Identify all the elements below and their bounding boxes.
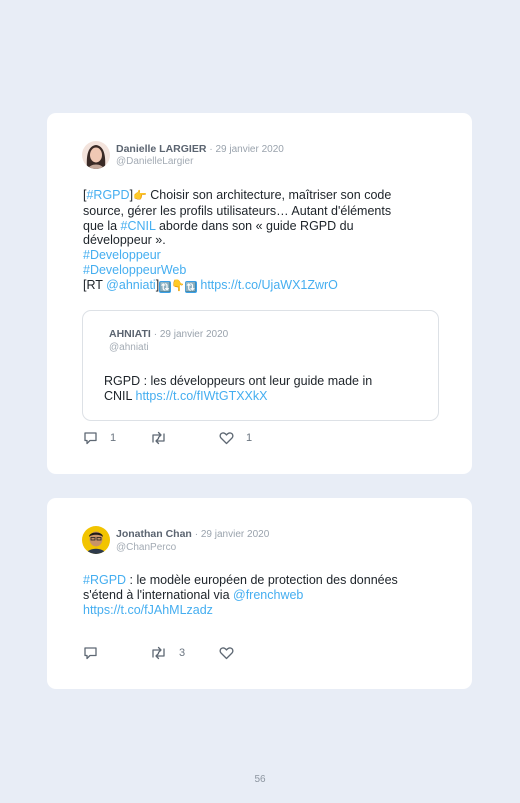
- like-button[interactable]: [219, 646, 246, 660]
- avatar[interactable]: [82, 141, 110, 169]
- mention-link[interactable]: @frenchweb: [233, 588, 303, 602]
- hashtag-link[interactable]: #DeveloppeurWeb: [83, 263, 443, 278]
- tweet-card: Danielle LARGIER · 29 janvier 2020 @Dani…: [47, 113, 472, 474]
- avatar[interactable]: [82, 526, 110, 554]
- author-name-text[interactable]: Danielle LARGIER: [116, 143, 206, 155]
- quote-date: · 29 janvier 2020: [153, 329, 229, 340]
- text-line: source, gérer les profils utilisateurs… …: [83, 203, 392, 218]
- text-segment: : le modèle européen de protection des d…: [126, 573, 398, 587]
- hashtag-link[interactable]: #RGPD: [83, 573, 126, 587]
- url-link[interactable]: https://t.co/UjaWX1ZwrO: [200, 278, 338, 292]
- tweet-date: · 29 janvier 2020: [194, 529, 270, 540]
- quote-author-text[interactable]: AHNIATI: [109, 328, 151, 340]
- text-segment: que la: [83, 218, 121, 233]
- like-button[interactable]: 1: [219, 431, 252, 445]
- tweet-text: #RGPD : le modèle européen de protection…: [83, 573, 443, 617]
- mention-link[interactable]: @ahniati: [106, 278, 156, 292]
- pointing-right-emoji: 👉: [133, 190, 147, 202]
- reply-icon: [84, 432, 97, 445]
- url-link[interactable]: https://t.co/fJAhMLzadz: [83, 603, 443, 618]
- retweet-button[interactable]: [150, 431, 179, 445]
- reply-count: 1: [110, 432, 117, 444]
- repeat-emoji-icon: 🔃: [159, 280, 172, 293]
- tweet-date: · 29 janvier 2020: [209, 144, 284, 155]
- author-name[interactable]: Jonathan Chan · 29 janvier 2020: [116, 528, 269, 540]
- text-segment: [RT: [83, 277, 107, 292]
- reply-button[interactable]: [83, 646, 110, 660]
- hashtag-link[interactable]: #Developpeur: [83, 248, 443, 263]
- text-segment: aborde dans son « guide RGPD du: [155, 218, 354, 233]
- retweet-button[interactable]: 3: [150, 646, 185, 660]
- author-name-text[interactable]: Jonathan Chan: [116, 528, 192, 540]
- reply-button[interactable]: 1: [83, 431, 116, 445]
- author-handle[interactable]: @DanielleLargier: [116, 156, 193, 167]
- reply-icon: [84, 647, 97, 660]
- text-segment: s'étend à l'international via: [83, 587, 234, 602]
- repeat-emoji-icon: 🔃: [184, 280, 197, 293]
- hashtag-link[interactable]: #CNIL: [121, 219, 156, 233]
- text-line: développeur ».: [83, 233, 166, 248]
- retweet-icon: [152, 431, 165, 445]
- tweet-card: Jonathan Chan · 29 janvier 2020 @ChanPer…: [47, 498, 472, 689]
- heart-icon: [219, 647, 234, 660]
- tweet-text: [#RGPD]👉 Choisir son architecture, maîtr…: [83, 188, 443, 294]
- quote-handle[interactable]: @ahniati: [109, 342, 149, 353]
- text-line: RGPD : les développeurs ont leur guide m…: [104, 374, 373, 388]
- heart-icon: [219, 432, 234, 445]
- author-handle[interactable]: @ChanPerco: [116, 542, 176, 553]
- pointing-down-emoji: 👇: [171, 279, 185, 292]
- retweet-icon: [152, 646, 165, 660]
- page-number: 56: [254, 774, 266, 785]
- author-name[interactable]: Danielle LARGIER · 29 janvier 2020: [116, 143, 284, 155]
- url-link[interactable]: https://t.co/fIWtGTXXkX: [136, 389, 268, 403]
- retweet-count: 3: [179, 647, 186, 659]
- quote-text: RGPD : les développeurs ont leur guide m…: [104, 374, 434, 404]
- quoted-tweet[interactable]: AHNIATI · 29 janvier 2020 @ahniati RGPD …: [82, 310, 439, 421]
- quote-author[interactable]: AHNIATI · 29 janvier 2020: [109, 328, 228, 340]
- like-count: 1: [246, 432, 253, 444]
- text-segment: Choisir son architecture, maîtriser son …: [146, 188, 392, 202]
- text-segment: CNIL: [104, 388, 136, 403]
- hashtag-link[interactable]: #RGPD: [86, 188, 129, 202]
